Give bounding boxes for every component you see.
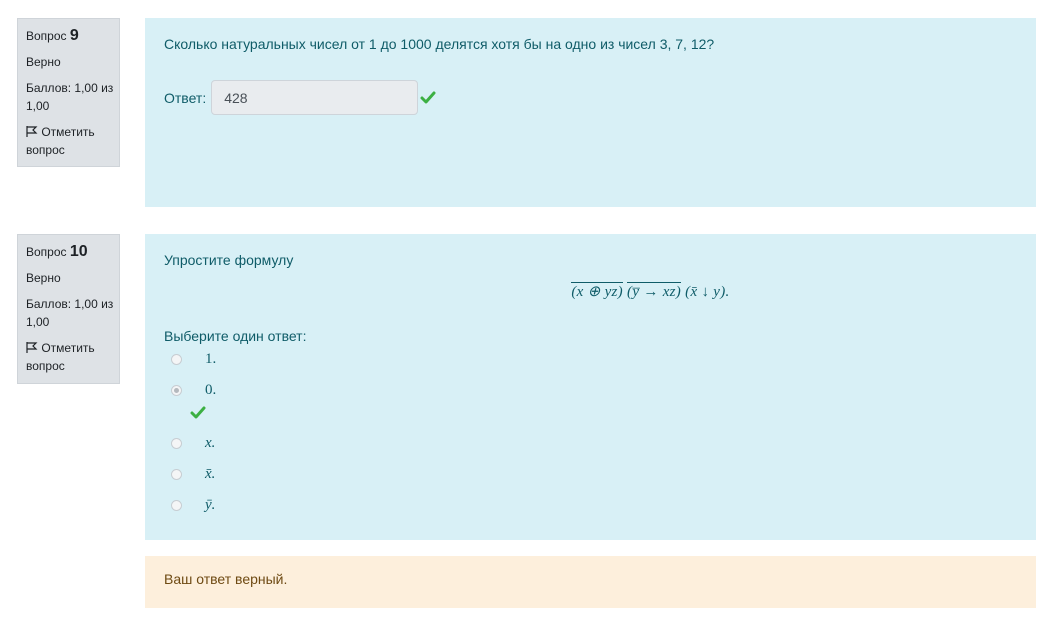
flag-icon [26, 340, 38, 353]
question-10-formulation: Упростите формулу (x ⊕ yz) (y̅ → xz) (x̄… [145, 234, 1036, 540]
question-number-line: Вопрос 9 [26, 27, 119, 45]
radio-button[interactable] [171, 354, 182, 365]
answer-option[interactable]: x̄. [164, 459, 1017, 490]
answer-row: Ответ: [164, 80, 1017, 115]
question-label: Вопрос [26, 29, 67, 43]
radio-button[interactable] [171, 469, 182, 480]
radio-button[interactable] [171, 500, 182, 511]
feedback-outcome: Ваш ответ верный. [145, 556, 1036, 608]
answer-option[interactable]: ȳ. [164, 490, 1017, 521]
option-label: 0. [205, 382, 217, 398]
check-icon [420, 91, 436, 105]
question-number: 9 [69, 27, 79, 44]
option-label: x̄. [205, 466, 216, 482]
formula-term-1: (x ⊕ yz) [571, 282, 623, 300]
feedback-text: Ваш ответ верный. [164, 571, 288, 587]
answer-options: 1. 0. x. x̄. ȳ. [164, 344, 1017, 521]
radio-button[interactable] [171, 438, 182, 449]
question-text: Упростите формулу [164, 252, 294, 268]
option-label: ȳ. [205, 497, 216, 513]
question-state: Верно [26, 271, 61, 285]
option-label: x. [205, 435, 216, 451]
formula-term-2: (y̅ → xz) [627, 282, 682, 300]
answer-option[interactable]: x. [164, 428, 1017, 459]
question-10-info: Вопрос 10 Верно Баллов: 1,00 из 1,00 Отм… [17, 234, 120, 384]
question-state: Верно [26, 55, 61, 69]
answer-label: Ответ: [164, 89, 207, 106]
question-grade: Баллов: 1,00 из 1,00 [26, 297, 114, 329]
question-number: 10 [69, 243, 88, 260]
answer-option[interactable]: 1. [164, 344, 1017, 375]
check-icon [190, 406, 206, 420]
option-label: 1. [205, 351, 217, 367]
answer-prompt: Выберите один ответ: [164, 328, 307, 344]
flag-icon [26, 124, 38, 137]
correct-mark [164, 406, 1017, 428]
question-9-formulation: Сколько натуральных чисел от 1 до 1000 д… [145, 18, 1036, 207]
answer-input[interactable] [211, 80, 419, 115]
formula-term-3: (x̄ ↓ y). [685, 284, 730, 300]
question-number-line: Вопрос 10 [26, 243, 119, 261]
flag-question-button[interactable]: Отметить вопрос [26, 339, 119, 375]
answer-option[interactable]: 0. [164, 375, 1017, 406]
question-text: Сколько натуральных чисел от 1 до 1000 д… [164, 36, 715, 52]
flag-question-button[interactable]: Отметить вопрос [26, 123, 119, 159]
radio-button-selected[interactable] [171, 385, 182, 396]
question-9-info: Вопрос 9 Верно Баллов: 1,00 из 1,00 Отме… [17, 18, 120, 167]
question-label: Вопрос [26, 245, 67, 259]
question-grade: Баллов: 1,00 из 1,00 [26, 81, 114, 113]
formula: (x ⊕ yz) (y̅ → xz) (x̄ ↓ y). [284, 282, 1017, 301]
